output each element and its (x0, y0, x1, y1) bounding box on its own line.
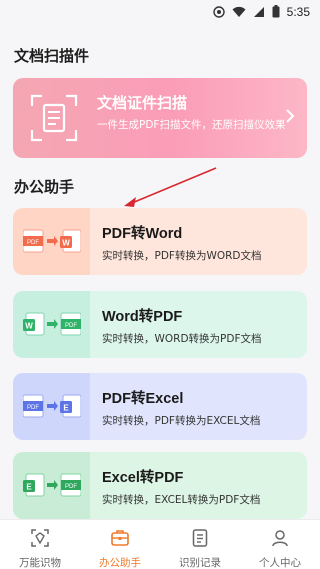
pdf-to-word-title: PDF转Word (102, 226, 183, 242)
pdf-badge-text: PDF (65, 323, 77, 329)
excel-to-pdf-card[interactable]: E PDF Excel转PDF 实时转换，EXCEL转换为PDF文档 (13, 452, 307, 519)
scan-card-title: 文档证件扫描 (97, 94, 188, 112)
word-to-pdf-card[interactable]: W PDF Word转PDF 实时转换，WORD转换为PDF文档 (13, 291, 307, 358)
word-badge-text: W (25, 322, 33, 331)
excel-to-pdf-subtitle: 实时转换，EXCEL转换为PDF文档 (102, 494, 261, 506)
word-to-pdf-graphic: W PDF (13, 291, 90, 358)
tab-universal-recognition[interactable]: 万能识物 (0, 520, 80, 569)
status-bar: 5:35 (0, 0, 320, 24)
pdf-badge-text: PDF (27, 240, 39, 246)
status-time: 5:35 (286, 5, 310, 19)
record-list-icon (190, 528, 210, 552)
excel-badge-text: E (26, 483, 32, 492)
scan-object-icon (30, 528, 50, 552)
document-scan-icon (28, 92, 80, 144)
notification-dot-icon (212, 3, 225, 22)
office-section-title: 办公助手 (14, 178, 75, 196)
signal-icon (253, 3, 265, 22)
pdf-badge-text: PDF (65, 484, 77, 490)
tab-label: 个人中心 (259, 557, 301, 569)
tab-personal-center[interactable]: 个人中心 (240, 520, 320, 569)
pdf-to-excel-graphic: PDF E (13, 373, 90, 440)
pdf-to-excel-subtitle: 实时转换，PDF转换为EXCEL文档 (102, 415, 261, 427)
excel-to-pdf-graphic: E PDF (13, 452, 90, 519)
person-icon (270, 528, 290, 552)
pdf-to-word-card[interactable]: PDF W PDF转Word 实时转换，PDF转换为WORD文档 (13, 208, 307, 275)
scan-card-subtitle: 一件生成PDF扫描文件，还原扫描仪效果 (97, 119, 286, 131)
wifi-icon (232, 3, 246, 22)
pdf-to-excel-card[interactable]: PDF E PDF转Excel 实时转换，PDF转换为EXCEL文档 (13, 373, 307, 440)
document-scan-card[interactable]: 文档证件扫描 一件生成PDF扫描文件，还原扫描仪效果 (13, 78, 307, 158)
chevron-right-icon (285, 108, 295, 128)
tab-office-assistant[interactable]: 办公助手 (80, 520, 160, 569)
tab-label: 识别记录 (179, 557, 221, 569)
tab-label: 万能识物 (19, 557, 61, 569)
pdf-to-word-subtitle: 实时转换，PDF转换为WORD文档 (102, 250, 262, 262)
battery-icon (272, 3, 280, 22)
tab-label: 办公助手 (99, 557, 141, 569)
word-badge-text: W (62, 239, 70, 248)
excel-to-pdf-title: Excel转PDF (102, 470, 184, 486)
briefcase-icon (110, 528, 130, 552)
pdf-to-excel-title: PDF转Excel (102, 391, 184, 407)
word-to-pdf-subtitle: 实时转换，WORD转换为PDF文档 (102, 333, 262, 345)
scan-section-title: 文档扫描件 (14, 47, 90, 65)
pdf-badge-text: PDF (27, 405, 39, 411)
word-to-pdf-title: Word转PDF (102, 309, 183, 325)
bottom-tab-bar: 万能识物 办公助手 识别记录 个人中心 (0, 519, 320, 569)
pdf-to-word-graphic: PDF W (13, 208, 90, 275)
excel-badge-text: E (63, 404, 69, 413)
tab-recognition-records[interactable]: 识别记录 (160, 520, 240, 569)
